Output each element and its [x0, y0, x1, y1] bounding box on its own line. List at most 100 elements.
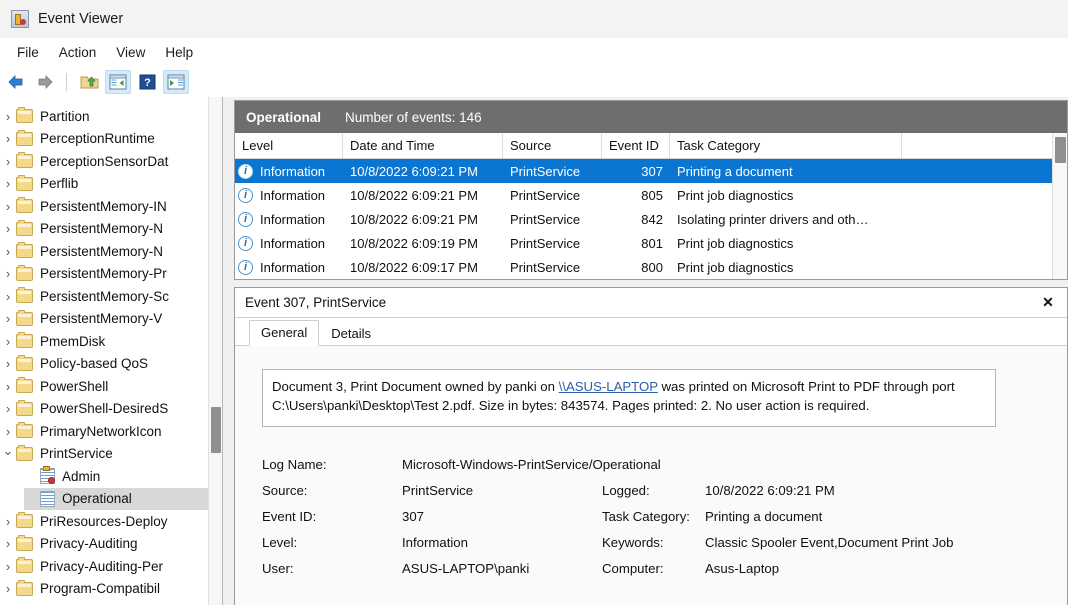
event-list-scrollbar-thumb[interactable]: [1055, 137, 1066, 163]
log-icon: [40, 491, 55, 507]
sidebar-item-label: PrimaryNetworkIcon: [40, 424, 162, 439]
sidebar-item-policy-based-qos[interactable]: Policy-based QoS: [0, 353, 208, 376]
chevron-right-icon[interactable]: [0, 289, 16, 304]
forward-button[interactable]: [32, 70, 58, 94]
sidebar-item-partition[interactable]: Partition: [0, 105, 208, 128]
tree-scrollbar-thumb[interactable]: [211, 407, 221, 453]
chevron-right-icon[interactable]: [0, 356, 16, 371]
chevron-right-icon[interactable]: [0, 401, 16, 416]
sidebar-item-persistentmemory-v[interactable]: PersistentMemory-V: [0, 308, 208, 331]
chevron-right-icon[interactable]: [0, 581, 16, 596]
sidebar-item-perflib[interactable]: Perflib: [0, 173, 208, 196]
column-header-task-category[interactable]: Task Category: [670, 133, 902, 158]
chevron-right-icon[interactable]: [0, 424, 16, 439]
chevron-right-icon[interactable]: [0, 379, 16, 394]
folder-icon: [16, 559, 33, 573]
sidebar-item-powershell-desireds[interactable]: PowerShell-DesiredS: [0, 398, 208, 421]
event-row[interactable]: iInformation10/8/2022 6:09:21 PMPrintSer…: [235, 183, 1067, 207]
log-name-value: Microsoft-Windows-PrintService/Operation…: [402, 457, 661, 472]
sidebar-item-persistentmemory-n[interactable]: PersistentMemory-N: [0, 218, 208, 241]
column-header-event-id[interactable]: Event ID: [602, 133, 670, 158]
column-header-level[interactable]: Level: [235, 133, 343, 158]
event-viewer-icon: [11, 10, 29, 28]
sidebar-item-persistentmemory-sc[interactable]: PersistentMemory-Sc: [0, 285, 208, 308]
menu-item-file[interactable]: File: [8, 42, 48, 63]
sidebar-item-label: PmemDisk: [40, 334, 105, 349]
column-header-source[interactable]: Source: [503, 133, 602, 158]
sidebar-item-privacy-auditing[interactable]: Privacy-Auditing: [0, 533, 208, 556]
sidebar-item-operational[interactable]: Operational: [24, 488, 208, 511]
event-datetime: 10/8/2022 6:09:19 PM: [343, 236, 503, 251]
chevron-right-icon[interactable]: [0, 334, 16, 349]
details-body: Document 3, Print Document owned by pank…: [235, 346, 1067, 605]
folder-icon: [16, 289, 33, 303]
sidebar-item-perceptionsensordat[interactable]: PerceptionSensorDat: [0, 150, 208, 173]
event-row[interactable]: iInformation10/8/2022 6:09:21 PMPrintSer…: [235, 207, 1067, 231]
show-hide-action-pane-button[interactable]: [163, 70, 189, 94]
sidebar-item-label: PowerShell-DesiredS: [40, 401, 168, 416]
column-header-date-and-time[interactable]: Date and Time⌄: [343, 133, 503, 158]
chevron-right-icon[interactable]: [0, 199, 16, 214]
chevron-right-icon[interactable]: [0, 311, 16, 326]
tab-details[interactable]: Details: [319, 321, 383, 346]
chevron-right-icon[interactable]: [0, 131, 16, 146]
chevron-down-icon[interactable]: [0, 446, 16, 462]
menu-item-view[interactable]: View: [107, 42, 154, 63]
event-row[interactable]: iInformation10/8/2022 6:09:19 PMPrintSer…: [235, 231, 1067, 255]
event-id-value: 307: [402, 509, 602, 524]
event-level: Information: [253, 236, 343, 251]
sidebar-item-powershell[interactable]: PowerShell: [0, 375, 208, 398]
chevron-right-icon[interactable]: [0, 266, 16, 281]
sidebar-item-pmemdisk[interactable]: PmemDisk: [0, 330, 208, 353]
tab-general[interactable]: General: [249, 320, 319, 346]
sidebar-item-label: Admin: [62, 469, 100, 484]
chevron-right-icon[interactable]: [0, 559, 16, 574]
event-row[interactable]: iInformation10/8/2022 6:09:17 PMPrintSer…: [235, 255, 1067, 279]
event-viewer-window: Event Viewer File Action View Help: [0, 0, 1068, 605]
sidebar-item-persistentmemory-pr[interactable]: PersistentMemory-Pr: [0, 263, 208, 286]
chevron-right-icon[interactable]: [0, 514, 16, 529]
chevron-right-icon[interactable]: [0, 109, 16, 124]
sidebar-item-program-compatibil[interactable]: Program-Compatibil: [0, 578, 208, 601]
menu-item-help[interactable]: Help: [156, 42, 202, 63]
chevron-right-icon[interactable]: [0, 536, 16, 551]
back-button[interactable]: [3, 70, 29, 94]
event-id: 805: [602, 188, 670, 203]
event-level: Information: [253, 164, 343, 179]
log-admin-icon: [40, 468, 55, 484]
sidebar-item-admin[interactable]: Admin: [24, 465, 208, 488]
event-description: Document 3, Print Document owned by pank…: [262, 369, 996, 427]
event-datetime: 10/8/2022 6:09:17 PM: [343, 260, 503, 275]
close-icon[interactable]: ✕: [1038, 293, 1058, 313]
menu-item-action[interactable]: Action: [50, 42, 106, 63]
tree-scrollbar[interactable]: [208, 97, 222, 605]
task-category-value: Printing a document: [705, 509, 1022, 524]
event-list-pane: Operational Number of events: 146 LevelD…: [234, 100, 1068, 280]
sidebar-item-privacy-auditing-per[interactable]: Privacy-Auditing-Per: [0, 555, 208, 578]
event-level: Information: [253, 260, 343, 275]
chevron-right-icon[interactable]: [0, 176, 16, 191]
event-row[interactable]: iInformation10/8/2022 6:09:21 PMPrintSer…: [235, 159, 1067, 183]
sort-indicator-icon: ⌄: [423, 130, 431, 155]
metadata-row-user: User: ASUS-LAPTOP\panki Computer: Asus-L…: [262, 555, 1022, 581]
sidebar-item-printservice[interactable]: PrintService: [0, 443, 208, 466]
sidebar-item-persistentmemory-n[interactable]: PersistentMemory-N: [0, 240, 208, 263]
event-task-category: Print job diagnostics: [670, 236, 902, 251]
event-list-scrollbar[interactable]: [1052, 133, 1067, 279]
metadata-row-level: Level: Information Keywords: Classic Spo…: [262, 529, 1022, 555]
event-source: PrintService: [503, 164, 602, 179]
right-pane: Operational Number of events: 146 LevelD…: [223, 97, 1068, 605]
computer-link[interactable]: \\ASUS-LAPTOP: [559, 379, 658, 394]
event-id: 842: [602, 212, 670, 227]
chevron-right-icon[interactable]: [0, 221, 16, 236]
sidebar-item-label: Privacy-Auditing: [40, 536, 138, 551]
sidebar-item-perceptionruntime[interactable]: PerceptionRuntime: [0, 128, 208, 151]
chevron-right-icon[interactable]: [0, 154, 16, 169]
up-one-level-button[interactable]: [76, 70, 102, 94]
chevron-right-icon[interactable]: [0, 244, 16, 259]
help-button[interactable]: ?: [134, 70, 160, 94]
sidebar-item-primarynetworkicon[interactable]: PrimaryNetworkIcon: [0, 420, 208, 443]
show-hide-console-tree-button[interactable]: [105, 70, 131, 94]
sidebar-item-priresources-deploy[interactable]: PriResources-Deploy: [0, 510, 208, 533]
sidebar-item-persistentmemory-in[interactable]: PersistentMemory-IN: [0, 195, 208, 218]
